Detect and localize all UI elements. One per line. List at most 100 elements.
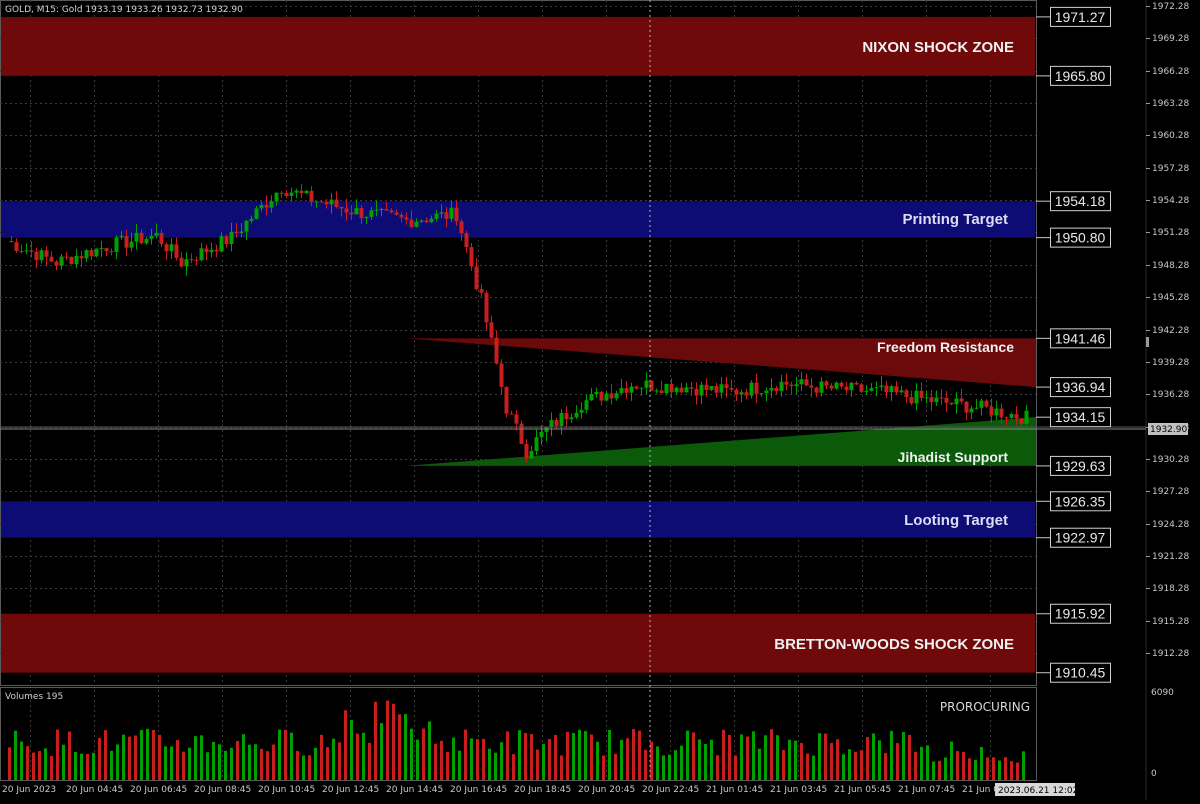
time-axis[interactable]: 20 Jun 2023 20 Jun 04:45 20 Jun 06:45 20 Ju… — [2, 785, 1019, 795]
volume-bar — [458, 750, 461, 780]
volume-bar — [848, 749, 851, 780]
candle — [984, 399, 989, 408]
candle — [574, 405, 579, 419]
candle — [919, 382, 924, 402]
volume-bar — [632, 729, 635, 780]
level-badge: 1936.94 — [1036, 377, 1111, 398]
volume-bar — [734, 755, 737, 780]
volume-bar — [44, 748, 47, 780]
volume-bar — [236, 740, 239, 780]
trading-terminal-chart[interactable]: NIXON SHOCK ZONE Printing Target Freedom… — [0, 0, 1200, 800]
volume-bar — [608, 730, 611, 780]
candle — [169, 238, 174, 259]
price-axis[interactable]: 1972.28 1969.28 1966.28 1963.28 1960.28 1957.… — [1146, 2, 1189, 659]
candle — [24, 243, 29, 255]
volume-bar — [590, 734, 593, 780]
volume-panel-title: Volumes 195 — [5, 692, 63, 702]
volume-bar — [818, 733, 821, 780]
price-tick-label: 1939.28 — [1152, 358, 1189, 368]
volume-bar — [686, 730, 689, 780]
candle — [634, 385, 639, 390]
candle — [109, 248, 114, 256]
price-tick-label: 1951.28 — [1152, 228, 1189, 238]
candle — [594, 387, 599, 398]
price-tick-label: 1966.28 — [1152, 67, 1189, 77]
price-tick-label: 1915.28 — [1152, 617, 1189, 627]
level-badge-label: 1965.80 — [1055, 68, 1106, 84]
candle — [509, 410, 514, 415]
level-badge: 1971.27 — [1036, 6, 1111, 27]
volume-bar — [1022, 751, 1025, 780]
volume-bar — [56, 729, 59, 780]
time-tick-label: 21 Jun 01:45 — [706, 785, 763, 795]
candle — [789, 381, 794, 394]
candle — [694, 382, 699, 405]
volume-bar — [812, 755, 815, 780]
volume-bar — [596, 741, 599, 780]
chart-canvas[interactable]: NIXON SHOCK ZONE Printing Target Freedom… — [0, 0, 1200, 800]
candle — [114, 235, 119, 260]
level-badge-label: 1915.92 — [1055, 606, 1106, 622]
volume-bar — [836, 739, 839, 780]
candle — [794, 376, 799, 395]
candle — [799, 371, 804, 391]
price-tick-label: 1927.28 — [1152, 487, 1189, 497]
time-tick-label: 20 Jun 10:45 — [258, 785, 315, 795]
candle — [299, 184, 304, 199]
candle — [59, 254, 64, 270]
volume-bar — [1010, 761, 1013, 780]
volume-bar — [860, 750, 863, 780]
volume-bar — [350, 720, 353, 780]
volume-bar — [224, 750, 227, 780]
volume-bar — [908, 734, 911, 780]
volume-bar — [452, 737, 455, 780]
level-badge-label: 1950.80 — [1055, 230, 1106, 246]
level-badge-label: 1929.63 — [1055, 458, 1106, 474]
candle — [584, 394, 589, 414]
candle — [489, 315, 494, 340]
volume-bar — [308, 755, 311, 780]
price-tick-label: 1945.28 — [1152, 293, 1189, 303]
price-tick-label: 1957.28 — [1152, 164, 1189, 174]
candle — [1024, 404, 1029, 426]
volume-bar — [614, 753, 617, 780]
candle — [214, 244, 219, 258]
volume-min-tick: 0 — [1151, 769, 1157, 779]
candle — [54, 260, 59, 271]
volume-bar — [530, 733, 533, 780]
volume-bar — [680, 745, 683, 780]
volume-bar — [770, 729, 773, 780]
candle — [19, 244, 24, 254]
volume-bar — [1004, 757, 1007, 780]
level-badge-label: 1910.45 — [1055, 665, 1106, 681]
volume-bar — [782, 749, 785, 780]
candle — [284, 190, 289, 199]
price-tick-label: 1912.28 — [1152, 649, 1189, 659]
volume-bar — [68, 731, 71, 780]
candle — [779, 374, 784, 397]
level-badge: 1954.18 — [1036, 191, 1111, 212]
candle — [44, 246, 49, 266]
volume-bar — [122, 734, 125, 780]
time-tick-label: 20 Jun 06:45 — [130, 785, 187, 795]
volume-bar — [314, 747, 317, 780]
volume-bar — [998, 760, 1001, 780]
candle — [189, 253, 194, 264]
volume-bar — [434, 743, 437, 780]
volume-bar — [410, 728, 413, 780]
volume-bar — [986, 757, 989, 780]
volume-bar — [518, 730, 521, 780]
axis-scroll-marker[interactable] — [1146, 337, 1149, 347]
price-tick-label: 1954.28 — [1152, 196, 1189, 206]
candle — [209, 242, 214, 258]
candle — [659, 380, 664, 394]
candle — [729, 379, 734, 392]
symbol-header: GOLD, M15: Gold 1933.19 1933.26 1932.73 … — [5, 5, 243, 15]
candle — [464, 230, 469, 254]
volume-bar — [272, 744, 275, 780]
candle — [974, 398, 979, 410]
price-tick-label: 1963.28 — [1152, 99, 1189, 109]
volume-bar — [248, 744, 251, 780]
candle — [534, 429, 539, 456]
candle — [654, 388, 659, 394]
